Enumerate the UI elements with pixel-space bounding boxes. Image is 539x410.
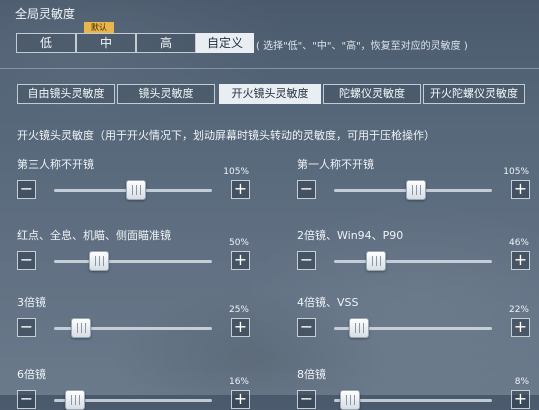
slider-value: 105%	[223, 167, 249, 177]
slider-label: 2倍镜、Win94、P90	[297, 229, 404, 242]
decrease-button[interactable]: −	[17, 251, 36, 270]
increase-button[interactable]: +	[511, 180, 530, 199]
slider-value: 50%	[228, 238, 249, 248]
increase-button[interactable]: +	[231, 390, 250, 409]
decrease-button[interactable]: −	[17, 390, 36, 409]
increase-button[interactable]: +	[231, 318, 250, 337]
default-badge: 默认	[84, 22, 114, 33]
decrease-button[interactable]: −	[297, 180, 316, 199]
slider-thumb[interactable]	[88, 251, 109, 271]
slider-thumb[interactable]	[406, 180, 427, 200]
slider-label: 红点、全息、机瞄、侧面瞄准镜	[17, 229, 171, 242]
slider-label: 第一人称不开镜	[297, 158, 374, 171]
decrease-button[interactable]: −	[297, 251, 316, 270]
slider-label: 4倍镜、VSS	[297, 296, 359, 309]
slider-label: 3倍镜	[17, 296, 46, 309]
slider-thumb[interactable]	[339, 390, 360, 410]
slider-value: 8%	[514, 377, 529, 387]
tab-gyroscope[interactable]: 陀螺仪灵敏度	[323, 84, 421, 104]
slider-thumb[interactable]	[349, 318, 370, 338]
slider-label: 8倍镜	[297, 368, 326, 381]
slider-track[interactable]	[54, 260, 212, 263]
decrease-button[interactable]: −	[17, 318, 36, 337]
decrease-button[interactable]: −	[297, 318, 316, 337]
increase-button[interactable]: +	[231, 180, 250, 199]
divider	[0, 68, 539, 69]
slider-value: 105%	[503, 167, 529, 177]
increase-button[interactable]: +	[511, 251, 530, 270]
preset-high-button[interactable]: 高	[136, 33, 196, 53]
slider-value: 46%	[508, 238, 529, 248]
slider-thumb[interactable]	[126, 180, 147, 200]
slider-thumb[interactable]	[65, 390, 86, 410]
preset-hint: ( 选择"低"、"中"、"高"，恢复至对应的灵敏度 )	[256, 41, 468, 52]
preset-low-button[interactable]: 低	[16, 33, 76, 53]
decrease-button[interactable]: −	[297, 390, 316, 409]
slider-label: 第三人称不开镜	[17, 158, 94, 171]
decrease-button[interactable]: −	[17, 180, 36, 199]
slider-label: 6倍镜	[17, 368, 46, 381]
increase-button[interactable]: +	[511, 390, 530, 409]
slider-value: 16%	[228, 377, 249, 387]
preset-medium-button[interactable]: 中	[76, 33, 136, 53]
slider-thumb[interactable]	[365, 251, 386, 271]
section-title: 全局灵敏度	[15, 7, 76, 21]
section-description: 开火镜头灵敏度（用于开火情况下，划动屏幕时镜头转动的灵敏度，可用于压枪操作）	[17, 129, 435, 142]
tab-firing-camera[interactable]: 开火镜头灵敏度	[219, 84, 321, 104]
increase-button[interactable]: +	[231, 251, 250, 270]
slider-track[interactable]	[334, 260, 492, 263]
increase-button[interactable]: +	[511, 318, 530, 337]
slider-thumb[interactable]	[71, 318, 92, 338]
preset-custom-button[interactable]: 自定义	[196, 33, 254, 53]
tab-free-camera[interactable]: 自由镜头灵敏度	[17, 84, 115, 104]
tab-firing-gyroscope[interactable]: 开火陀螺仪灵敏度	[423, 84, 525, 104]
tab-camera[interactable]: 镜头灵敏度	[117, 84, 215, 104]
slider-value: 25%	[228, 305, 249, 315]
slider-value: 22%	[508, 305, 529, 315]
